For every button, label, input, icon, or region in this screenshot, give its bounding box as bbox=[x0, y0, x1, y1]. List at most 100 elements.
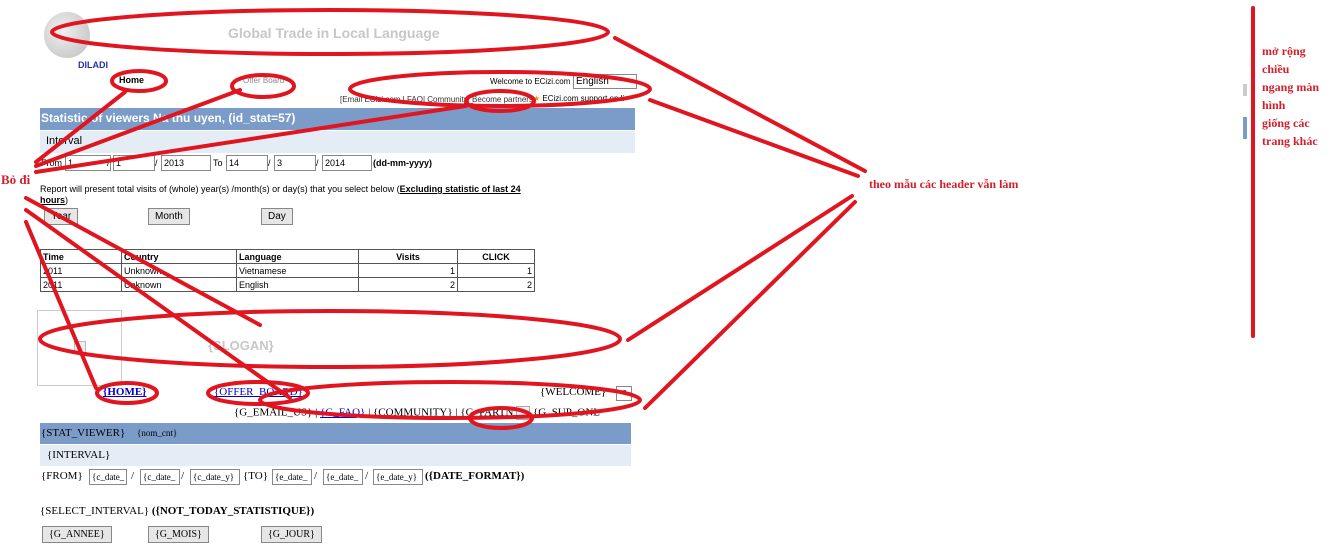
tpl-select-interval: {SELECT_INTERVAL} bbox=[40, 505, 150, 517]
to-year-input[interactable]: 2014 bbox=[322, 155, 372, 171]
nav-offer-board[interactable]: Offer Board bbox=[243, 76, 284, 85]
logo-globe-icon bbox=[44, 12, 90, 58]
col-click: CLICK bbox=[457, 249, 535, 264]
tpl-language-select[interactable]: ▼ bbox=[616, 386, 632, 401]
interval-label: Interval bbox=[46, 135, 83, 147]
tpl-jour-button[interactable]: {G_JOUR} bbox=[261, 526, 322, 543]
cell: 2011 bbox=[40, 263, 122, 278]
scrollbar-fragment bbox=[1243, 84, 1247, 96]
logo[interactable]: DILADI bbox=[38, 8, 118, 70]
cell: Vietnamese bbox=[236, 263, 359, 278]
line-r4 bbox=[643, 200, 857, 410]
line-r2 bbox=[648, 98, 860, 178]
from-label: From bbox=[41, 158, 62, 168]
col-visits: Visits bbox=[358, 249, 458, 264]
tpl-home-link[interactable]: {HOME} bbox=[103, 386, 147, 398]
tpl-c-date-1[interactable]: {c_date_ bbox=[89, 469, 127, 485]
line-r1 bbox=[613, 36, 867, 173]
tpl-interval: {INTERVAL} bbox=[47, 449, 111, 461]
tpl-partners[interactable]: {G_PARTN bbox=[460, 407, 513, 419]
nav-home[interactable]: Home bbox=[119, 75, 144, 85]
note-line: trang khác bbox=[1262, 134, 1318, 148]
sep-2: / bbox=[155, 158, 158, 168]
tpl-date-format: ({DATE_FORMAT}) bbox=[425, 470, 525, 482]
tpl-interval-bar: {INTERVAL} bbox=[40, 445, 631, 466]
from-year-input[interactable]: 2013 bbox=[161, 155, 211, 171]
cell: English bbox=[236, 277, 359, 292]
cell: Unknown bbox=[121, 263, 237, 278]
cell: 1 bbox=[358, 263, 458, 278]
to-day-input[interactable]: 14 bbox=[226, 155, 268, 171]
cell: 1 bbox=[457, 263, 535, 278]
welcome-text: Welcome to ECizi.com bbox=[490, 77, 571, 86]
tpl-welcome: {WELCOME} bbox=[540, 386, 607, 398]
tpl-from: {FROM} bbox=[41, 470, 83, 482]
support-image-icon bbox=[516, 406, 531, 420]
table-row: 2011 Unknown English 2 2 bbox=[40, 277, 535, 292]
tpl-links-row: {G_EMAIL_US} | {G_FAQ} | {COMMUNITY} | {… bbox=[234, 406, 600, 420]
tpl-not-today: ({NOT_TODAY_STATISTIQUE}) bbox=[151, 505, 315, 517]
support-label: ECizi.com support on li bbox=[542, 94, 625, 103]
note-line: hình bbox=[1262, 98, 1286, 112]
cell: 2011 bbox=[40, 277, 122, 292]
tpl-email[interactable]: {G_EMAIL_US} bbox=[234, 407, 312, 419]
annotation-remove: Bỏ đi bbox=[1, 172, 31, 187]
annotation-right-note: mở rộng chiều ngang màn hình giống các t… bbox=[1262, 42, 1319, 150]
tpl-sep: / bbox=[365, 470, 369, 482]
note-line: chiều bbox=[1262, 62, 1290, 76]
tpl-community[interactable]: {COMMUNITY} bbox=[373, 407, 453, 419]
month-button[interactable]: Month bbox=[148, 208, 190, 225]
scrollbar-fragment bbox=[1243, 117, 1247, 139]
report-note: Report will present total visits of (who… bbox=[40, 184, 540, 206]
tpl-mois-button[interactable]: {G_MOIS} bbox=[148, 526, 209, 543]
line-r3 bbox=[626, 194, 854, 342]
support-icon: ★ bbox=[533, 94, 541, 103]
date-format: (dd-mm-yyyy) bbox=[373, 158, 433, 168]
tpl-e-date-y[interactable]: {e_date_y} bbox=[373, 469, 423, 485]
tpl-sep: / bbox=[181, 470, 185, 482]
col-language: Language bbox=[236, 249, 359, 264]
tpl-stat-viewer: {STAT_VIEWER} bbox=[41, 427, 126, 439]
tpl-offer-link[interactable]: {OFFER_BOARD} bbox=[214, 386, 303, 398]
tpl-e-date-1[interactable]: {e_date_ bbox=[272, 469, 312, 485]
tpl-c-date-y[interactable]: {c_date_y} bbox=[190, 469, 240, 485]
day-button[interactable]: Day bbox=[261, 208, 293, 225]
stat-table-wrap: Time Country Language Visits CLICK 2011 … bbox=[40, 249, 535, 292]
tpl-select-interval-row: {SELECT_INTERVAL} ({NOT_TODAY_STATISTIQU… bbox=[40, 505, 314, 517]
to-label: To bbox=[213, 158, 223, 168]
note-line: giống các bbox=[1262, 116, 1310, 130]
annotation-header-note: theo mẫu các header vẫn làm bbox=[869, 177, 1019, 191]
from-month-input[interactable]: 1 bbox=[113, 155, 155, 171]
top-links[interactable]: [Email ECizi.com | FAQ| Community| Becom… bbox=[340, 95, 533, 104]
tpl-stat-bar: {STAT_VIEWER} {nom_cnt} bbox=[40, 423, 631, 444]
tpl-c-date-2[interactable]: {c_date_ bbox=[140, 469, 180, 485]
tpl-annee-button[interactable]: {G_ANNEE} bbox=[42, 526, 112, 543]
note-post: ) bbox=[65, 195, 69, 205]
tpl-e-date-2[interactable]: {e_date_ bbox=[323, 469, 363, 485]
tpl-support[interactable]: {G_SUP_ONL bbox=[533, 407, 600, 419]
to-month-input[interactable]: 3 bbox=[274, 155, 316, 171]
cell: Unknown bbox=[121, 277, 237, 292]
slogan-placeholder: {SLOGAN} bbox=[208, 338, 274, 353]
broken-image-icon bbox=[74, 341, 86, 353]
tpl-faq[interactable]: {G_FAQ} bbox=[320, 407, 365, 419]
sep-3: / bbox=[268, 158, 271, 168]
tpl-date-row: {FROM} {c_date_ / {c_date_ / {c_date_y} … bbox=[40, 468, 640, 486]
tpl-to: {TO} bbox=[243, 470, 269, 482]
note-line: ngang màn bbox=[1262, 80, 1320, 94]
support-online[interactable]: ★ ECizi.com support on li bbox=[533, 94, 624, 103]
tpl-sep: / bbox=[131, 470, 135, 482]
ellipse-slogan bbox=[38, 309, 622, 369]
table-row: 2011 Unknown Vietnamese 1 1 bbox=[40, 263, 535, 278]
sep-1: / bbox=[107, 158, 110, 168]
interval-bar: Interval bbox=[40, 131, 635, 153]
logo-text: DILADI bbox=[78, 60, 108, 70]
logo-placeholder-box bbox=[37, 310, 122, 386]
tpl-sep: / bbox=[314, 470, 318, 482]
cell: 2 bbox=[358, 277, 458, 292]
year-button[interactable]: Year bbox=[44, 208, 79, 225]
from-day-input[interactable]: 1 bbox=[65, 155, 111, 171]
language-select[interactable]: English bbox=[573, 74, 637, 89]
note-pre: Report will present total visits of (who… bbox=[40, 184, 400, 194]
stat-title: Statistic of viewers Na thu uyen, (id_st… bbox=[41, 111, 296, 125]
